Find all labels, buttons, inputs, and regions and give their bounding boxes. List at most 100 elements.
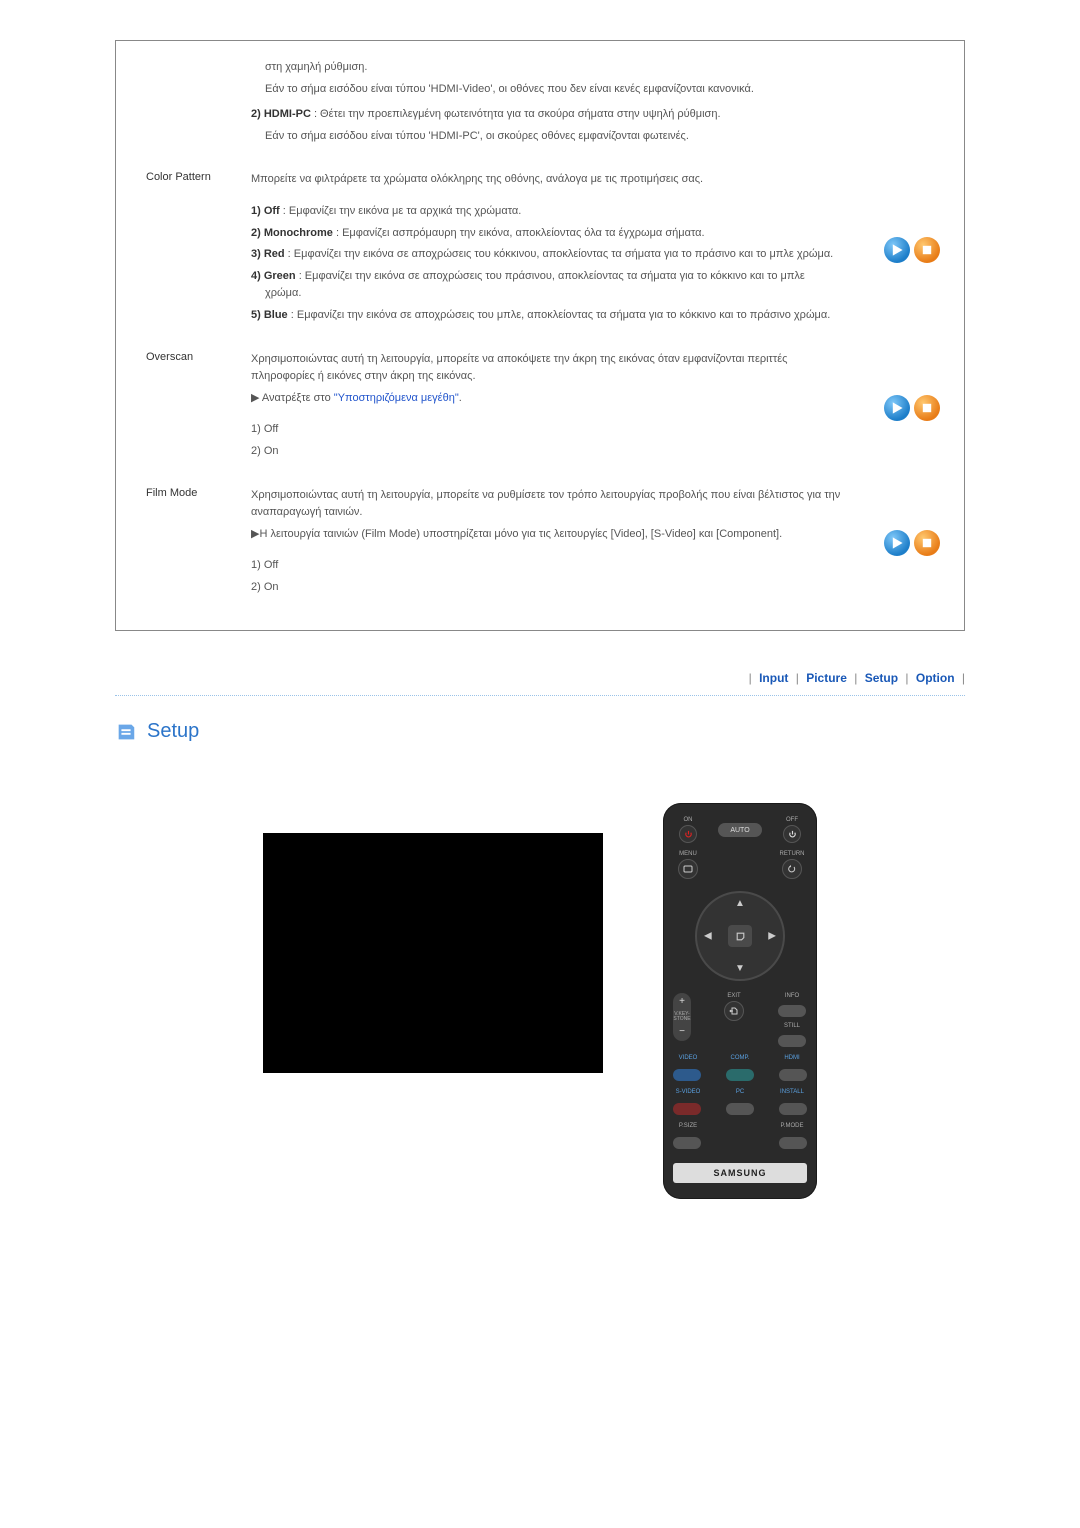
hdmi-video-tail-1: στη χαμηλή ρύθμιση. <box>251 59 844 77</box>
remote-brand: SAMSUNG <box>673 1163 807 1183</box>
label-overscan: Overscan <box>146 351 251 465</box>
cp-item-green: 4) Green : Εμφανίζει την εικόνα σε αποχρ… <box>251 268 844 303</box>
nav-sep: | <box>796 671 799 685</box>
pc-button[interactable] <box>726 1103 754 1115</box>
nav-sep: | <box>962 671 965 685</box>
dpad-enter[interactable] <box>728 925 752 947</box>
comp-label: COMP. <box>725 1055 755 1061</box>
cp-mono-t: : Εμφανίζει ασπρόμαυρη την εικόνα, αποκλ… <box>333 227 705 239</box>
nav-input[interactable]: Input <box>755 671 792 685</box>
ref-post: . <box>459 392 462 404</box>
nav-setup[interactable]: Setup <box>861 671 902 685</box>
cp-green-t: : Εμφανίζει την εικόνα σε αποχρώσεις του… <box>265 270 805 300</box>
supported-sizes-link[interactable]: "Υποστηριζόμενα μεγέθη" <box>334 392 459 404</box>
pc-label: PC <box>725 1089 755 1095</box>
vkeystone-rocker[interactable]: + V.KEY-STONE − <box>673 993 691 1041</box>
nav-sep: | <box>905 671 908 685</box>
hdmi-label: HDMI <box>777 1055 807 1061</box>
nav-option[interactable]: Option <box>912 671 959 685</box>
remote-src-row-3 <box>673 1137 807 1149</box>
play-icon[interactable] <box>884 530 910 556</box>
overscan-list: 1) Off 2) On <box>251 421 844 460</box>
psize-button[interactable] <box>673 1137 701 1149</box>
auto-button[interactable]: AUTO <box>718 823 762 837</box>
cp-item-blue: 5) Blue : Εμφανίζει την εικόνα σε αποχρώ… <box>251 307 844 325</box>
return-button[interactable] <box>782 859 802 879</box>
svideo-button[interactable] <box>673 1103 701 1115</box>
color-pattern-list: 1) Off : Εμφανίζει την εικόνα με τα αρχι… <box>251 203 844 325</box>
pmode-button[interactable] <box>779 1137 807 1149</box>
desc-film-mode: Χρησιμοποιώντας αυτή τη λειτουργία, μπορ… <box>251 487 934 601</box>
film-mode-action-icons <box>884 530 940 556</box>
setup-section-icon <box>115 721 137 743</box>
remote-exit-label: EXIT <box>719 993 749 999</box>
dpad-down[interactable]: ▼ <box>735 963 745 974</box>
cp-action-icons <box>884 237 940 263</box>
overscan-ref: ▶ Ανατρέξτε στο "Υποστηριζόμενα μεγέθη". <box>251 390 844 408</box>
remote-still-label: STILL <box>777 1023 807 1029</box>
remote-src-row-2 <box>673 1103 807 1115</box>
power-on-button[interactable] <box>679 825 697 843</box>
stop-icon[interactable] <box>914 395 940 421</box>
hdmi-pc-body-1: : Θέτει την προεπιλεγμένη φωτεινότητα γι… <box>311 108 721 120</box>
install-label: INSTALL <box>777 1089 807 1095</box>
cp-mono-b: 2) Monochrome <box>251 227 333 239</box>
remote-power-row: ON AUTO OFF <box>673 817 807 843</box>
empty-label <box>146 59 251 149</box>
still-button[interactable] <box>778 1035 806 1047</box>
psize-label: P.SIZE <box>673 1123 703 1129</box>
play-icon[interactable] <box>884 237 910 263</box>
page: στη χαμηλή ρύθμιση. Εάν το σήμα εισόδου … <box>115 0 965 1259</box>
video-button[interactable] <box>673 1069 701 1081</box>
hdmi-partial-desc: στη χαμηλή ρύθμιση. Εάν το σήμα εισόδου … <box>251 59 934 149</box>
hdmi-pc-body-2: Εάν το σήμα εισόδου είναι τύπου 'HDMI-PC… <box>251 128 844 146</box>
hdmi-button[interactable] <box>779 1069 807 1081</box>
setup-header: Setup <box>115 720 965 743</box>
cp-off-t: : Εμφανίζει την εικόνα με τα αρχικά της … <box>280 205 522 217</box>
overscan-on: 2) On <box>251 443 844 461</box>
hdmi-pc-label: 2) HDMI-PC <box>251 108 311 120</box>
cp-blue-t: : Εμφανίζει την εικόνα σε αποχρώσεις του… <box>288 309 831 321</box>
play-icon[interactable] <box>884 395 910 421</box>
cp-red-b: 3) Red <box>251 248 285 260</box>
power-off-button[interactable] <box>783 825 801 843</box>
cp-red-t: : Εμφανίζει την εικόνα σε αποχρώσεις του… <box>285 248 834 260</box>
cp-green-b: 4) Green <box>251 270 296 282</box>
remote-src-labels-1: VIDEO COMP. HDMI <box>673 1055 807 1061</box>
cp-item-red: 3) Red : Εμφανίζει την εικόνα σε αποχρώσ… <box>251 246 844 264</box>
menu-button[interactable] <box>678 859 698 879</box>
row-color-pattern: Color Pattern Μπορείτε να φιλτράρετε τα … <box>146 171 934 328</box>
hdmi-pc-item: 2) HDMI-PC : Θέτει την προεπιλεγμένη φωτ… <box>251 106 844 124</box>
install-button[interactable] <box>779 1103 807 1115</box>
cp-item-off: 1) Off : Εμφανίζει την εικόνα με τα αρχι… <box>251 203 844 221</box>
plus-icon: + <box>679 997 685 1007</box>
label-color-pattern: Color Pattern <box>146 171 251 328</box>
comp-button[interactable] <box>726 1069 754 1081</box>
stop-icon[interactable] <box>914 237 940 263</box>
hdmi-video-tail-2: Εάν το σήμα εισόδου είναι τύπου 'HDMI-Vi… <box>251 81 844 99</box>
video-label: VIDEO <box>673 1055 703 1061</box>
svideo-label: S-VIDEO <box>673 1089 703 1095</box>
cp-off-b: 1) Off <box>251 205 280 217</box>
remote-src-labels-3: P.SIZE P.MODE <box>673 1123 807 1129</box>
info-button[interactable] <box>778 1005 806 1017</box>
ref-pre: ▶ Ανατρέξτε στο <box>251 392 334 404</box>
dpad-right[interactable]: ▶ <box>768 931 776 942</box>
dpad-left[interactable]: ◀ <box>704 931 712 942</box>
nav-sep: | <box>749 671 752 685</box>
vkeystone-label: V.KEY-STONE <box>673 1012 691 1022</box>
projector-screen-placeholder <box>263 833 603 1073</box>
remote-info-label: INFO <box>777 993 807 999</box>
nav-picture[interactable]: Picture <box>802 671 851 685</box>
dpad-up[interactable]: ▲ <box>735 898 745 909</box>
exit-button[interactable] <box>724 1001 744 1021</box>
overscan-intro: Χρησιμοποιώντας αυτή τη λειτουργία, μπορ… <box>251 351 844 386</box>
stop-icon[interactable] <box>914 530 940 556</box>
film-mode-intro: Χρησιμοποιώντας αυτή τη λειτουργία, μπορ… <box>251 487 844 522</box>
remote-control: ON AUTO OFF MENU RETURN <box>663 803 817 1199</box>
hdmi-black-level-partial: στη χαμηλή ρύθμιση. Εάν το σήμα εισόδου … <box>146 59 934 149</box>
film-mode-off: 1) Off <box>251 557 844 575</box>
cp-blue-b: 5) Blue <box>251 309 288 321</box>
remote-src-row-1 <box>673 1069 807 1081</box>
remote-menu-label: MENU <box>673 851 703 857</box>
